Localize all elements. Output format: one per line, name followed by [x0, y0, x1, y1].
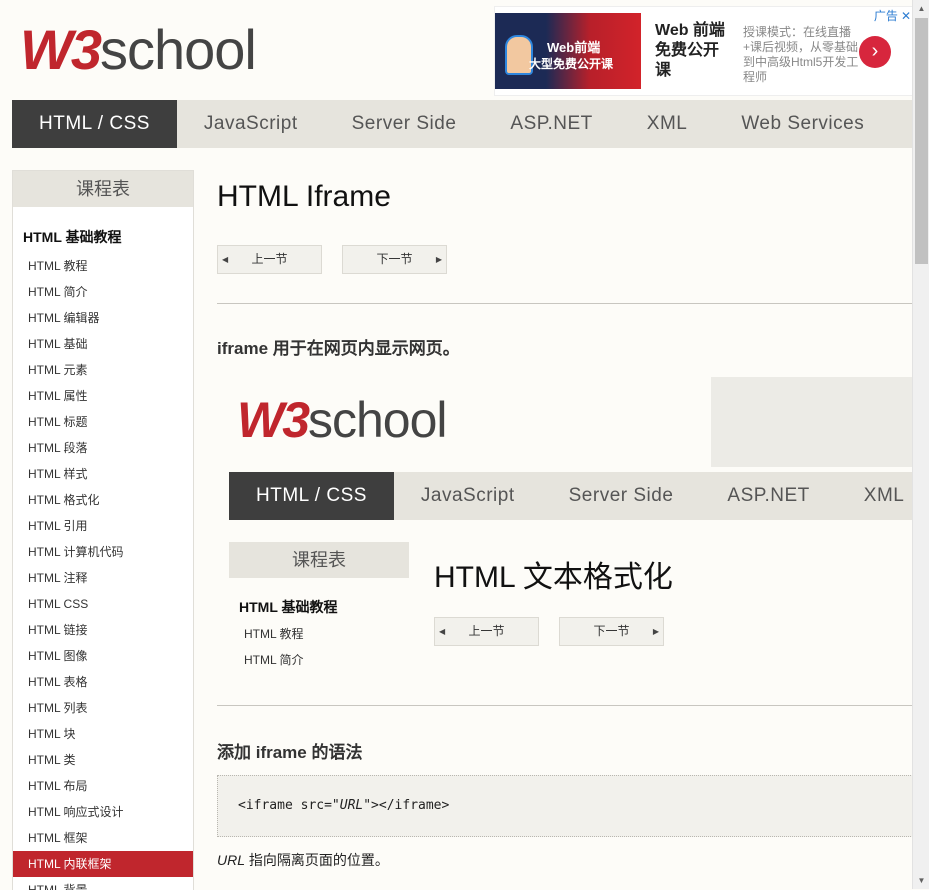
sidebar-item[interactable]: HTML 布局 [13, 773, 193, 799]
iframe-sidebar-section: HTML 基础教程 [239, 599, 338, 615]
sidebar-item[interactable]: HTML 样式 [13, 461, 193, 487]
iframe-sidebar: 课程表 HTML 基础教程 HTML 教程 HTML 简介 [229, 542, 409, 673]
iframe-prev-label: 上一节 [468, 624, 505, 638]
nav-web-services[interactable]: Web Services [714, 100, 891, 148]
iframe-top-nav: HTML / CSS JavaScript Server Side ASP.NET XM… [229, 472, 912, 520]
note-text: 指向隔离页面的位置。 [245, 852, 389, 868]
sidebar-item[interactable]: HTML 链接 [13, 617, 193, 643]
sidebar-item[interactable]: HTML 标题 [13, 409, 193, 435]
sidebar-header: 课程表 [13, 171, 193, 207]
nav-asp-net[interactable]: ASP.NET [483, 100, 619, 148]
logo-school: school [100, 18, 257, 81]
code-example: <iframe src="URL"></iframe> [217, 775, 912, 837]
sidebar-item[interactable]: HTML 响应式设计 [13, 799, 193, 825]
sidebar-item[interactable]: HTML 列表 [13, 695, 193, 721]
note-url: URL [217, 852, 246, 868]
iframe-sidebar-header: 课程表 [229, 542, 409, 578]
nav-html-css[interactable]: HTML / CSS [12, 100, 177, 148]
iframe-prev-button[interactable]: ◀ 上一节 [434, 617, 539, 646]
nav-javascript[interactable]: JavaScript [177, 100, 325, 148]
divider [217, 303, 912, 304]
nav-server-side[interactable]: Server Side [325, 100, 484, 148]
code-open: <iframe src=" [238, 798, 340, 813]
sidebar-item[interactable]: HTML 图像 [13, 643, 193, 669]
ad-banner[interactable]: Web前端 大型免费公开课 Web 前端免费公开课 授课模式：在线直播+课后视频… [494, 6, 914, 96]
ad-tag[interactable]: 广告 ✕ [874, 7, 911, 24]
iframe-sidebar-item[interactable]: HTML 教程 [229, 621, 409, 647]
sidebar-item[interactable]: HTML 教程 [13, 253, 193, 279]
iframe-logo-school: school [308, 392, 448, 448]
sidebar-item[interactable]: HTML 基础 [13, 331, 193, 357]
top-nav: HTML / CSS JavaScript Server Side ASP.NET XM… [12, 100, 912, 148]
prev-button[interactable]: ◀ 上一节 [217, 245, 322, 274]
sidebar-section-title: HTML 基础教程 [23, 229, 122, 245]
sidebar-item-active[interactable]: HTML 内联框架 [13, 851, 193, 877]
code-close: "></iframe> [363, 798, 450, 813]
sidebar-item[interactable]: HTML 属性 [13, 383, 193, 409]
iframe-sidebar-item[interactable]: HTML 简介 [229, 647, 409, 673]
sidebar-item[interactable]: HTML 计算机代码 [13, 539, 193, 565]
intro-text: iframe 用于在网页内显示网页。 [217, 339, 460, 358]
sidebar-item[interactable]: HTML 注释 [13, 565, 193, 591]
iframe-ad-placeholder [711, 377, 912, 467]
iframe-next-label: 下一节 [593, 624, 630, 638]
next-arrow-icon: ▶ [435, 255, 442, 264]
sidebar-item[interactable]: HTML CSS [13, 591, 193, 617]
page-title: HTML Iframe [217, 180, 391, 213]
divider [217, 705, 912, 706]
logo-w3: W3 [20, 18, 102, 81]
iframe-nav-server-side[interactable]: Server Side [542, 472, 701, 520]
iframe-next-button[interactable]: 下一节 ▶ [559, 617, 664, 646]
prev-button-label: 上一节 [251, 252, 288, 266]
nav-xml[interactable]: XML [620, 100, 715, 148]
ad-title[interactable]: Web 前端免费公开课 [655, 21, 731, 81]
ad-image-line1: Web前端 [547, 40, 601, 55]
iframe-logo-w3: W3 [237, 392, 310, 448]
sidebar-item[interactable]: HTML 编辑器 [13, 305, 193, 331]
sidebar-item[interactable]: HTML 段落 [13, 435, 193, 461]
scroll-down-icon[interactable]: ▼ [913, 872, 929, 889]
code-line: <iframe src="URL"></iframe> [238, 798, 449, 813]
sidebar-item[interactable]: HTML 表格 [13, 669, 193, 695]
iframe-page-title: HTML 文本格式化 [434, 561, 673, 594]
sidebar-item[interactable]: HTML 格式化 [13, 487, 193, 513]
sidebar-item[interactable]: HTML 背景 [13, 877, 193, 890]
iframe-nav-html-css[interactable]: HTML / CSS [229, 472, 394, 520]
url-note: URL 指向隔离页面的位置。 [217, 850, 389, 870]
sidebar-item[interactable]: HTML 框架 [13, 825, 193, 851]
scroll-up-icon[interactable]: ▲ [913, 0, 929, 17]
iframe-preview[interactable]: W3school HTML / CSS JavaScript Server Side… [217, 375, 912, 705]
ad-image[interactable]: Web前端 大型免费公开课 [495, 13, 641, 89]
code-url: URL [339, 798, 364, 813]
next-button[interactable]: 下一节 ▶ [342, 245, 447, 274]
vertical-scrollbar[interactable]: ▲ ▼ [912, 0, 929, 889]
main-content: HTML Iframe ◀ 上一节 下一节 ▶ iframe 用于在网页内显示网… [217, 170, 912, 889]
iframe-nav-asp-net[interactable]: ASP.NET [700, 472, 836, 520]
ad-image-line2: 大型免费公开课 [529, 57, 614, 71]
sidebar-item[interactable]: HTML 元素 [13, 357, 193, 383]
iframe-logo[interactable]: W3school [237, 392, 448, 448]
ad-description: 授课模式：在线直播+课后视频，从零基础到中高级Html5开发工程师 [743, 25, 859, 84]
sidebar-item[interactable]: HTML 引用 [13, 513, 193, 539]
iframe-nav-javascript[interactable]: JavaScript [394, 472, 542, 520]
w3school-logo[interactable]: W3school [20, 22, 257, 78]
scrollbar-thumb[interactable] [915, 18, 928, 264]
next-button-label: 下一节 [376, 252, 413, 266]
iframe-next-arrow-icon: ▶ [652, 627, 659, 636]
ad-tag-label: 广告 [873, 9, 898, 23]
sidebar: 课程表 HTML 基础教程 HTML 教程 HTML 简介 HTML 编辑器 H… [12, 170, 194, 890]
sidebar-item[interactable]: HTML 简介 [13, 279, 193, 305]
ad-go-icon[interactable]: › [859, 36, 891, 68]
sidebar-item[interactable]: HTML 类 [13, 747, 193, 773]
close-icon[interactable]: ✕ [901, 9, 911, 23]
iframe-nav-xml[interactable]: XML [837, 472, 912, 520]
syntax-heading: 添加 iframe 的语法 [217, 743, 363, 762]
sidebar-item[interactable]: HTML 块 [13, 721, 193, 747]
